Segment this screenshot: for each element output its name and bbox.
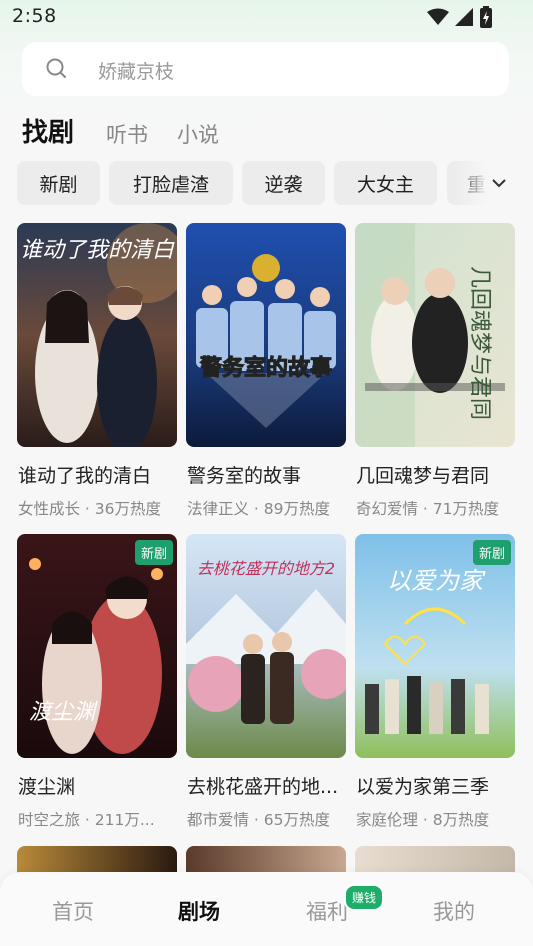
poster-image[interactable]: 谁动了我的清白 <box>17 223 177 447</box>
tab-find-drama[interactable]: 找剧 <box>22 112 74 149</box>
drama-meta: 奇幻爱情 · 71万热度 <box>356 500 500 518</box>
tab-audiobook[interactable]: 听书 <box>106 119 148 149</box>
poster-image[interactable]: 几回魂梦与君同 <box>355 223 515 447</box>
poster-image[interactable]: 渡尘渊 <box>17 534 177 758</box>
chip-counterattack[interactable]: 逆袭 <box>242 161 325 205</box>
signal-icon <box>455 8 473 26</box>
drama-title: 渡尘渊 <box>18 776 76 798</box>
status-icons <box>427 6 493 28</box>
search-icon <box>46 58 66 78</box>
drama-meta: 女性成长 · 36万热度 <box>18 500 162 518</box>
search-placeholder: 娇藏京枝 <box>98 61 175 83</box>
drama-meta: 都市爱情 · 65万热度 <box>187 811 331 829</box>
category-chips: 新剧 打脸虐渣 逆袭 大女主 重 <box>17 161 533 205</box>
search-bar[interactable]: 娇藏京枝 <box>22 42 509 96</box>
nav-me[interactable]: 我的 <box>433 896 475 926</box>
poster-title-art: 警务室的故事 <box>199 355 332 381</box>
status-time: 2:58 <box>12 5 57 27</box>
drama-title: 警务室的故事 <box>187 465 302 487</box>
new-badge: 新剧 <box>472 540 511 565</box>
drama-title: 谁动了我的清白 <box>18 465 152 487</box>
poster-title-art: 谁动了我的清白 <box>20 238 175 263</box>
poster-image[interactable]: 警务室的故事 <box>186 223 346 447</box>
drama-meta: 家庭伦理 · 8万热度 <box>356 811 490 829</box>
earn-badge: 赚钱 <box>344 884 385 911</box>
poster-image[interactable]: 以爱为家 <box>355 534 515 758</box>
poster-title-art: 去桃花盛开的地方2 <box>197 559 335 578</box>
nav-home[interactable]: 首页 <box>52 896 94 926</box>
new-badge: 新剧 <box>134 540 173 565</box>
poster-title-art: 几回魂梦与君同 <box>467 266 492 420</box>
bottom-nav: 首页 剧场 福利 我的 赚钱 <box>0 872 533 946</box>
chip-heroine[interactable]: 大女主 <box>334 161 437 205</box>
poster-title-art: 以爱为家 <box>387 567 486 595</box>
drama-title: 几回魂梦与君同 <box>356 465 490 487</box>
drama-title: 以爱为家第三季 <box>356 776 490 798</box>
battery-icon <box>480 6 492 28</box>
drama-meta: 时空之旅 · 211万... <box>18 811 155 829</box>
drama-title: 去桃花盛开的地... <box>187 776 339 798</box>
status-bar: 2:58 <box>0 0 533 32</box>
poster-image[interactable]: 去桃花盛开的地方2 <box>186 534 346 758</box>
chip-face-slap[interactable]: 打脸虐渣 <box>109 161 233 205</box>
drama-meta: 法律正义 · 89万热度 <box>187 500 331 518</box>
poster-title-art: 渡尘渊 <box>29 700 98 725</box>
tab-novel[interactable]: 小说 <box>177 119 219 149</box>
nav-theater[interactable]: 剧场 <box>178 896 220 926</box>
wifi-icon <box>427 8 449 25</box>
chevron-down-icon[interactable] <box>487 171 511 195</box>
nav-welfare[interactable]: 福利 <box>306 896 348 926</box>
chip-new[interactable]: 新剧 <box>17 161 100 205</box>
